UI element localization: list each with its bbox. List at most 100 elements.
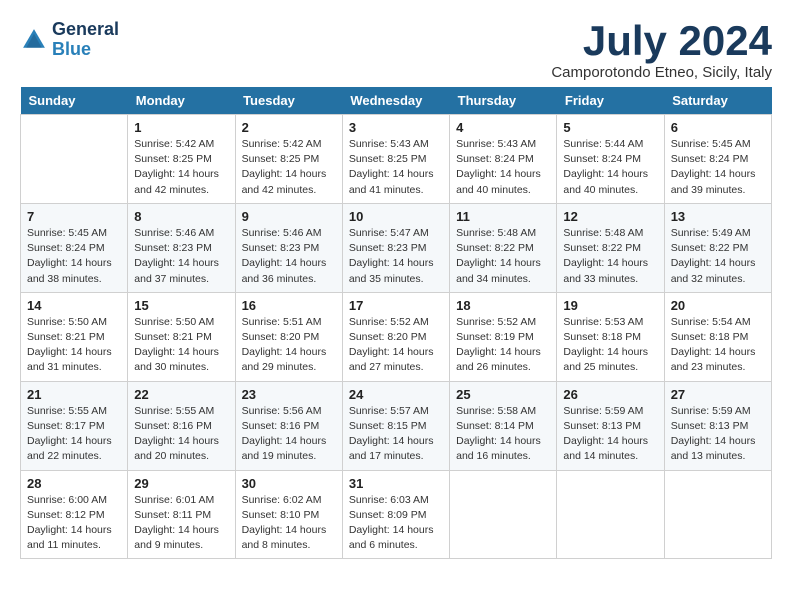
day-number: 30 [242, 476, 336, 491]
calendar-cell: 25Sunrise: 5:58 AM Sunset: 8:14 PM Dayli… [450, 381, 557, 470]
calendar-cell: 8 Sunrise: 5:46 AM Sunset: 8:23 PM Daylig… [128, 203, 235, 292]
day-number: 15 [134, 298, 228, 313]
weekday-header-saturday: Saturday [664, 87, 771, 115]
day-number: 2 [242, 120, 336, 135]
week-row-1: 1 Sunrise: 5:42 AM Sunset: 8:25 PM Daylig… [21, 115, 772, 204]
day-info: Sunrise: 5:51 AM Sunset: 8:20 PM Dayligh… [242, 315, 336, 376]
calendar-cell: 15 Sunrise: 5:50 AM Sunset: 8:21 PM Dayli… [128, 292, 235, 381]
day-number: 1 [134, 120, 228, 135]
day-info: Sunrise: 5:42 AM Sunset: 8:25 PM Dayligh… [134, 137, 228, 198]
day-info: Sunrise: 5:49 AM Sunset: 8:22 PM Dayligh… [671, 226, 765, 287]
calendar-cell: 16 Sunrise: 5:51 AM Sunset: 8:20 PM Dayli… [235, 292, 342, 381]
day-info: Sunrise: 5:42 AM Sunset: 8:25 PM Dayligh… [242, 137, 336, 198]
calendar-cell: 31 Sunrise: 6:03 AM Sunset: 8:09 PM Dayli… [342, 470, 449, 559]
calendar-cell: 11 Sunrise: 5:48 AM Sunset: 8:22 PM Dayli… [450, 203, 557, 292]
calendar-cell: 4 Sunrise: 5:43 AM Sunset: 8:24 PM Daylig… [450, 115, 557, 204]
calendar-cell: 3 Sunrise: 5:43 AM Sunset: 8:25 PM Daylig… [342, 115, 449, 204]
day-info: Sunrise: 5:48 AM Sunset: 8:22 PM Dayligh… [563, 226, 657, 287]
day-number: 22 [134, 387, 228, 402]
location: Camporotondo Etneo, Sicily, Italy [551, 64, 772, 81]
day-number: 3 [349, 120, 443, 135]
day-info: Sunrise: 6:01 AM Sunset: 8:11 PM Dayligh… [134, 493, 228, 554]
day-number: 11 [456, 209, 550, 224]
day-number: 5 [563, 120, 657, 135]
day-info: Sunrise: 5:50 AM Sunset: 8:21 PM Dayligh… [134, 315, 228, 376]
calendar-cell: 1 Sunrise: 5:42 AM Sunset: 8:25 PM Daylig… [128, 115, 235, 204]
day-info: Sunrise: 5:54 AM Sunset: 8:18 PM Dayligh… [671, 315, 765, 376]
day-number: 9 [242, 209, 336, 224]
calendar-cell: 28Sunrise: 6:00 AM Sunset: 8:12 PM Dayli… [21, 470, 128, 559]
logo-icon [20, 26, 48, 54]
day-info: Sunrise: 5:45 AM Sunset: 8:24 PM Dayligh… [671, 137, 765, 198]
month-title: July 2024 [551, 20, 772, 62]
day-number: 6 [671, 120, 765, 135]
calendar-cell: 17 Sunrise: 5:52 AM Sunset: 8:20 PM Dayli… [342, 292, 449, 381]
day-info: Sunrise: 5:44 AM Sunset: 8:24 PM Dayligh… [563, 137, 657, 198]
weekday-header-monday: Monday [128, 87, 235, 115]
day-info: Sunrise: 5:52 AM Sunset: 8:20 PM Dayligh… [349, 315, 443, 376]
calendar-table: SundayMondayTuesdayWednesdayThursdayFrid… [20, 87, 772, 559]
day-info: Sunrise: 5:43 AM Sunset: 8:24 PM Dayligh… [456, 137, 550, 198]
day-number: 16 [242, 298, 336, 313]
day-info: Sunrise: 5:46 AM Sunset: 8:23 PM Dayligh… [134, 226, 228, 287]
day-info: Sunrise: 5:52 AM Sunset: 8:19 PM Dayligh… [456, 315, 550, 376]
weekday-header-tuesday: Tuesday [235, 87, 342, 115]
day-info: Sunrise: 5:55 AM Sunset: 8:17 PM Dayligh… [27, 404, 121, 465]
day-number: 10 [349, 209, 443, 224]
calendar-cell: 29 Sunrise: 6:01 AM Sunset: 8:11 PM Dayli… [128, 470, 235, 559]
calendar-cell: 10 Sunrise: 5:47 AM Sunset: 8:23 PM Dayli… [342, 203, 449, 292]
day-number: 17 [349, 298, 443, 313]
day-number: 18 [456, 298, 550, 313]
calendar-cell: 9 Sunrise: 5:46 AM Sunset: 8:23 PM Daylig… [235, 203, 342, 292]
calendar-cell: 14Sunrise: 5:50 AM Sunset: 8:21 PM Dayli… [21, 292, 128, 381]
day-info: Sunrise: 5:46 AM Sunset: 8:23 PM Dayligh… [242, 226, 336, 287]
day-info: Sunrise: 5:43 AM Sunset: 8:25 PM Dayligh… [349, 137, 443, 198]
day-info: Sunrise: 6:02 AM Sunset: 8:10 PM Dayligh… [242, 493, 336, 554]
day-info: Sunrise: 5:55 AM Sunset: 8:16 PM Dayligh… [134, 404, 228, 465]
calendar-cell: 30 Sunrise: 6:02 AM Sunset: 8:10 PM Dayli… [235, 470, 342, 559]
calendar-cell: 6 Sunrise: 5:45 AM Sunset: 8:24 PM Daylig… [664, 115, 771, 204]
weekday-header-wednesday: Wednesday [342, 87, 449, 115]
day-number: 25 [456, 387, 550, 402]
calendar-cell: 26Sunrise: 5:59 AM Sunset: 8:13 PM Dayli… [557, 381, 664, 470]
day-number: 14 [27, 298, 121, 313]
week-row-2: 7Sunrise: 5:45 AM Sunset: 8:24 PM Daylig… [21, 203, 772, 292]
day-number: 12 [563, 209, 657, 224]
day-info: Sunrise: 5:45 AM Sunset: 8:24 PM Dayligh… [27, 226, 121, 287]
weekday-header-friday: Friday [557, 87, 664, 115]
day-info: Sunrise: 6:03 AM Sunset: 8:09 PM Dayligh… [349, 493, 443, 554]
day-info: Sunrise: 5:56 AM Sunset: 8:16 PM Dayligh… [242, 404, 336, 465]
week-row-5: 28Sunrise: 6:00 AM Sunset: 8:12 PM Dayli… [21, 470, 772, 559]
day-number: 31 [349, 476, 443, 491]
calendar-cell: 7Sunrise: 5:45 AM Sunset: 8:24 PM Daylig… [21, 203, 128, 292]
calendar-cell: 21Sunrise: 5:55 AM Sunset: 8:17 PM Dayli… [21, 381, 128, 470]
day-info: Sunrise: 5:48 AM Sunset: 8:22 PM Dayligh… [456, 226, 550, 287]
logo-text: General Blue [52, 20, 119, 60]
calendar-cell [664, 470, 771, 559]
day-number: 4 [456, 120, 550, 135]
day-number: 29 [134, 476, 228, 491]
calendar-cell: 18 Sunrise: 5:52 AM Sunset: 8:19 PM Dayli… [450, 292, 557, 381]
day-info: Sunrise: 6:00 AM Sunset: 8:12 PM Dayligh… [27, 493, 121, 554]
day-number: 13 [671, 209, 765, 224]
title-block: July 2024 Camporotondo Etneo, Sicily, It… [551, 20, 772, 81]
calendar-cell [557, 470, 664, 559]
calendar-cell [21, 115, 128, 204]
day-info: Sunrise: 5:47 AM Sunset: 8:23 PM Dayligh… [349, 226, 443, 287]
calendar-cell: 19Sunrise: 5:53 AM Sunset: 8:18 PM Dayli… [557, 292, 664, 381]
calendar-cell: 24Sunrise: 5:57 AM Sunset: 8:15 PM Dayli… [342, 381, 449, 470]
day-info: Sunrise: 5:59 AM Sunset: 8:13 PM Dayligh… [671, 404, 765, 465]
day-number: 8 [134, 209, 228, 224]
calendar-cell: 20 Sunrise: 5:54 AM Sunset: 8:18 PM Dayli… [664, 292, 771, 381]
day-number: 26 [563, 387, 657, 402]
day-number: 24 [349, 387, 443, 402]
calendar-cell [450, 470, 557, 559]
day-number: 20 [671, 298, 765, 313]
weekday-header-thursday: Thursday [450, 87, 557, 115]
calendar-cell: 2 Sunrise: 5:42 AM Sunset: 8:25 PM Daylig… [235, 115, 342, 204]
calendar-cell: 23 Sunrise: 5:56 AM Sunset: 8:16 PM Dayli… [235, 381, 342, 470]
day-number: 23 [242, 387, 336, 402]
calendar-cell: 22 Sunrise: 5:55 AM Sunset: 8:16 PM Dayli… [128, 381, 235, 470]
week-row-3: 14 Sunrise: 5:50 AM Sunset: 8:21 PM Dayli… [21, 292, 772, 381]
calendar-cell: 13 Sunrise: 5:49 AM Sunset: 8:22 PM Dayli… [664, 203, 771, 292]
